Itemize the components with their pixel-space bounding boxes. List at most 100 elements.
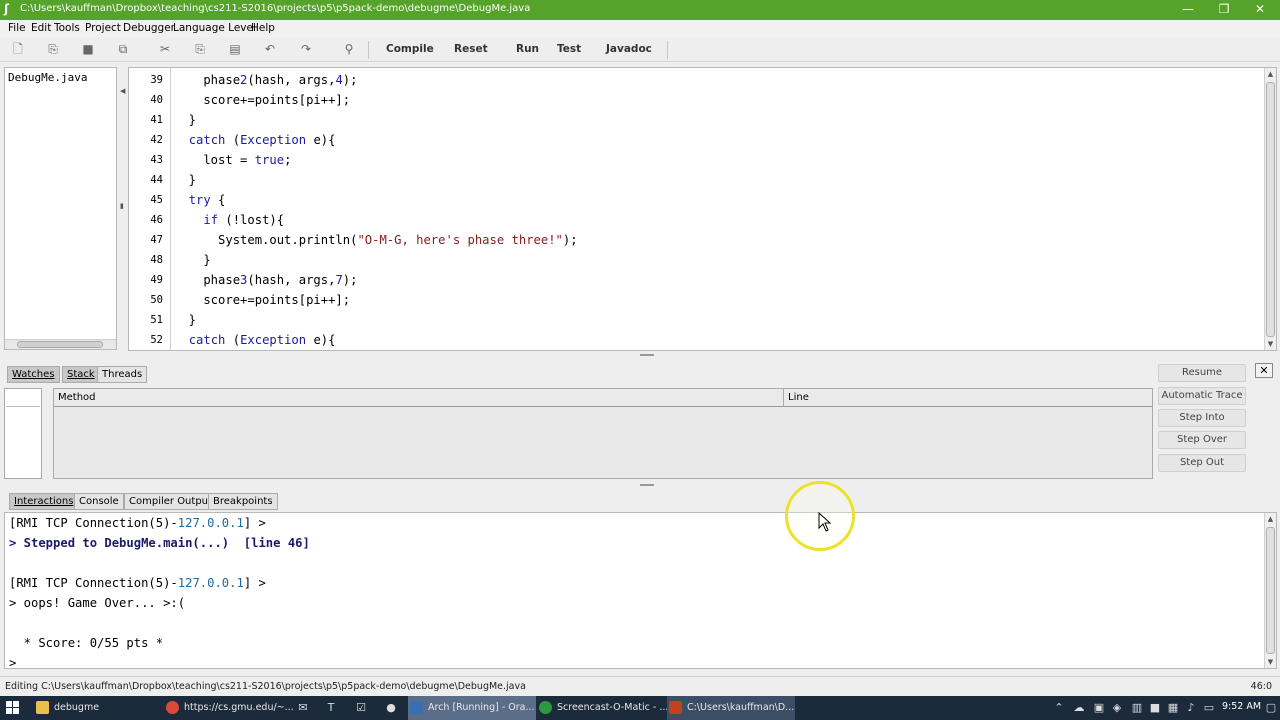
run-button[interactable]: Run <box>516 43 539 55</box>
test-button[interactable]: Test <box>557 43 581 55</box>
maximize-button[interactable]: ❐ <box>1206 0 1242 20</box>
tab-watches[interactable]: Watches <box>7 366 60 383</box>
step-into-button[interactable]: Step Into <box>1158 409 1246 427</box>
file-item-debugme[interactable]: DebugMe.java <box>8 71 87 84</box>
compile-button[interactable]: Compile <box>386 43 434 55</box>
code-text[interactable]: phase2(hash, args,4); <box>174 70 357 90</box>
code-line[interactable]: 42 catch (Exception e){ <box>129 130 1254 150</box>
open-icon[interactable]: ⎘ <box>46 42 60 56</box>
code-line[interactable]: 51 } <box>129 310 1254 330</box>
code-text[interactable]: System.out.println("O-M-G, here's phase … <box>174 230 578 250</box>
tab-stack[interactable]: Stack <box>62 366 100 383</box>
textpad-icon[interactable]: T <box>324 701 338 715</box>
undo-icon[interactable]: ↶ <box>263 42 277 56</box>
taskbar-item-virtualbox[interactable]: Arch [Running] - Ora... <box>408 696 536 720</box>
watches-table[interactable] <box>4 388 42 479</box>
code-text[interactable]: catch (Exception e){ <box>174 330 336 350</box>
menu-edit[interactable]: Edit <box>31 22 51 34</box>
scrollbar-thumb[interactable] <box>1266 527 1275 654</box>
paste-icon[interactable]: ▤ <box>228 42 242 56</box>
vertical-splitter[interactable]: ◀ ▮ <box>119 67 127 350</box>
code-line[interactable]: 46 if (!lost){ <box>129 210 1254 230</box>
close-window-button[interactable]: ✕ <box>1242 0 1278 20</box>
interaction-line[interactable]: * Score: 0/55 pts * <box>9 633 163 653</box>
scroll-up-icon[interactable]: ▲ <box>1265 513 1276 525</box>
tasks-icon[interactable]: ☑ <box>354 701 368 715</box>
interaction-line[interactable]: > Stepped to DebugMe.main(...) [line 46] <box>9 533 310 553</box>
tray-app-icon[interactable]: ■ <box>1148 701 1162 715</box>
minimize-button[interactable]: — <box>1170 0 1206 20</box>
code-editor[interactable]: ▲ ▼ 39 phase2(hash, args,4); 40 score+=po… <box>128 67 1277 351</box>
automatic-trace-button[interactable]: Automatic Trace <box>1158 387 1246 405</box>
code-text[interactable]: lost = true; <box>174 150 291 170</box>
javadoc-button[interactable]: Javadoc <box>606 43 652 55</box>
find-icon[interactable]: ⚲ <box>342 42 356 56</box>
code-text[interactable]: score+=points[pi++]; <box>174 90 350 110</box>
code-text[interactable]: } <box>174 110 196 130</box>
code-text[interactable]: } <box>174 310 196 330</box>
editor-scrollbar[interactable]: ▲ ▼ <box>1264 68 1276 350</box>
column-divider[interactable] <box>783 389 784 407</box>
tray-app-icon[interactable]: ▣ <box>1092 701 1106 715</box>
scroll-down-icon[interactable]: ▼ <box>1265 656 1276 668</box>
scroll-down-icon[interactable]: ▼ <box>1265 338 1276 350</box>
reset-button[interactable]: Reset <box>454 43 488 55</box>
spotify-icon[interactable]: ● <box>384 701 398 715</box>
taskbar-clock[interactable]: 9:52 AM <box>1222 701 1261 712</box>
volume-icon[interactable]: ♪ <box>1184 701 1198 715</box>
tab-interactions[interactable]: Interactions <box>9 493 79 510</box>
editor-splitter[interactable] <box>0 352 1280 358</box>
tray-app-icon[interactable]: ▥ <box>1130 701 1144 715</box>
code-text[interactable]: catch (Exception e){ <box>174 130 336 150</box>
code-text[interactable]: try { <box>174 190 226 210</box>
code-text[interactable]: phase3(hash, args,7); <box>174 270 357 290</box>
menu-tools[interactable]: Tools <box>54 22 80 34</box>
battery-icon[interactable]: ▭ <box>1202 701 1216 715</box>
code-line[interactable]: 50 score+=points[pi++]; <box>129 290 1254 310</box>
code-text[interactable]: score+=points[pi++]; <box>174 290 350 310</box>
tray-up-arrow-icon[interactable]: ⌃ <box>1052 701 1066 715</box>
tab-console[interactable]: Console <box>74 493 124 510</box>
code-line[interactable]: 41 } <box>129 110 1254 130</box>
menu-language-level[interactable]: Language Level <box>173 22 256 34</box>
code-line[interactable]: 44 } <box>129 170 1254 190</box>
code-line[interactable]: 49 phase3(hash, args,7); <box>129 270 1254 290</box>
network-icon[interactable]: ▦ <box>1166 701 1180 715</box>
save-all-icon[interactable]: ⧉ <box>116 42 130 56</box>
debugger-splitter[interactable] <box>0 482 1280 488</box>
cut-icon[interactable]: ✂ <box>158 42 172 56</box>
code-text[interactable]: if (!lost){ <box>174 210 284 230</box>
tab-breakpoints[interactable]: Breakpoints <box>208 493 278 510</box>
code-line[interactable]: 43 lost = true; <box>129 150 1254 170</box>
stack-table[interactable]: Method Line <box>53 388 1153 479</box>
code-line[interactable]: 47 System.out.println("O-M-G, here's pha… <box>129 230 1254 250</box>
code-line[interactable]: 40 score+=points[pi++]; <box>129 90 1254 110</box>
column-method[interactable]: Method <box>58 392 96 403</box>
taskbar-item-screencast[interactable]: Screencast-O-Matic - ... <box>537 696 668 720</box>
tray-app-icon[interactable]: ◈ <box>1110 701 1124 715</box>
column-line[interactable]: Line <box>788 392 809 403</box>
interaction-line[interactable]: > oops! Game Over... >:( <box>9 593 185 613</box>
scroll-up-icon[interactable]: ▲ <box>1265 68 1276 80</box>
menu-debugger[interactable]: Debugger <box>123 22 175 34</box>
tab-compiler-output[interactable]: Compiler Output <box>124 493 217 510</box>
windows-start-icon[interactable] <box>6 701 20 715</box>
interactions-pane[interactable]: ▲ ▼ [RMI TCP Connection(5)-127.0.0.1] > >… <box>4 512 1277 669</box>
code-line[interactable]: 39 phase2(hash, args,4); <box>129 70 1254 90</box>
gmail-icon[interactable]: ✉ <box>296 701 310 715</box>
notifications-icon[interactable]: ▢ <box>1264 701 1278 715</box>
resume-button[interactable]: Resume <box>1158 364 1246 382</box>
scrollbar-thumb[interactable] <box>17 341 103 348</box>
code-line[interactable]: 52 catch (Exception e){ <box>129 330 1254 350</box>
close-debugger-button[interactable]: ✕ <box>1255 363 1273 378</box>
code-text[interactable]: } <box>174 170 196 190</box>
code-text[interactable]: } <box>174 250 210 270</box>
menu-project[interactable]: Project <box>85 22 121 34</box>
redo-icon[interactable]: ↷ <box>299 42 313 56</box>
interactions-scrollbar[interactable]: ▲ ▼ <box>1264 513 1276 668</box>
interaction-line[interactable]: [RMI TCP Connection(5)-127.0.0.1] > <box>9 513 266 533</box>
interaction-line[interactable]: [RMI TCP Connection(5)-127.0.0.1] > <box>9 573 266 593</box>
file-list-scrollbar[interactable] <box>5 339 116 349</box>
taskbar-item-chrome[interactable]: https://cs.gmu.edu/~... <box>164 696 294 720</box>
tray-app-icon[interactable]: ☁ <box>1072 701 1086 715</box>
